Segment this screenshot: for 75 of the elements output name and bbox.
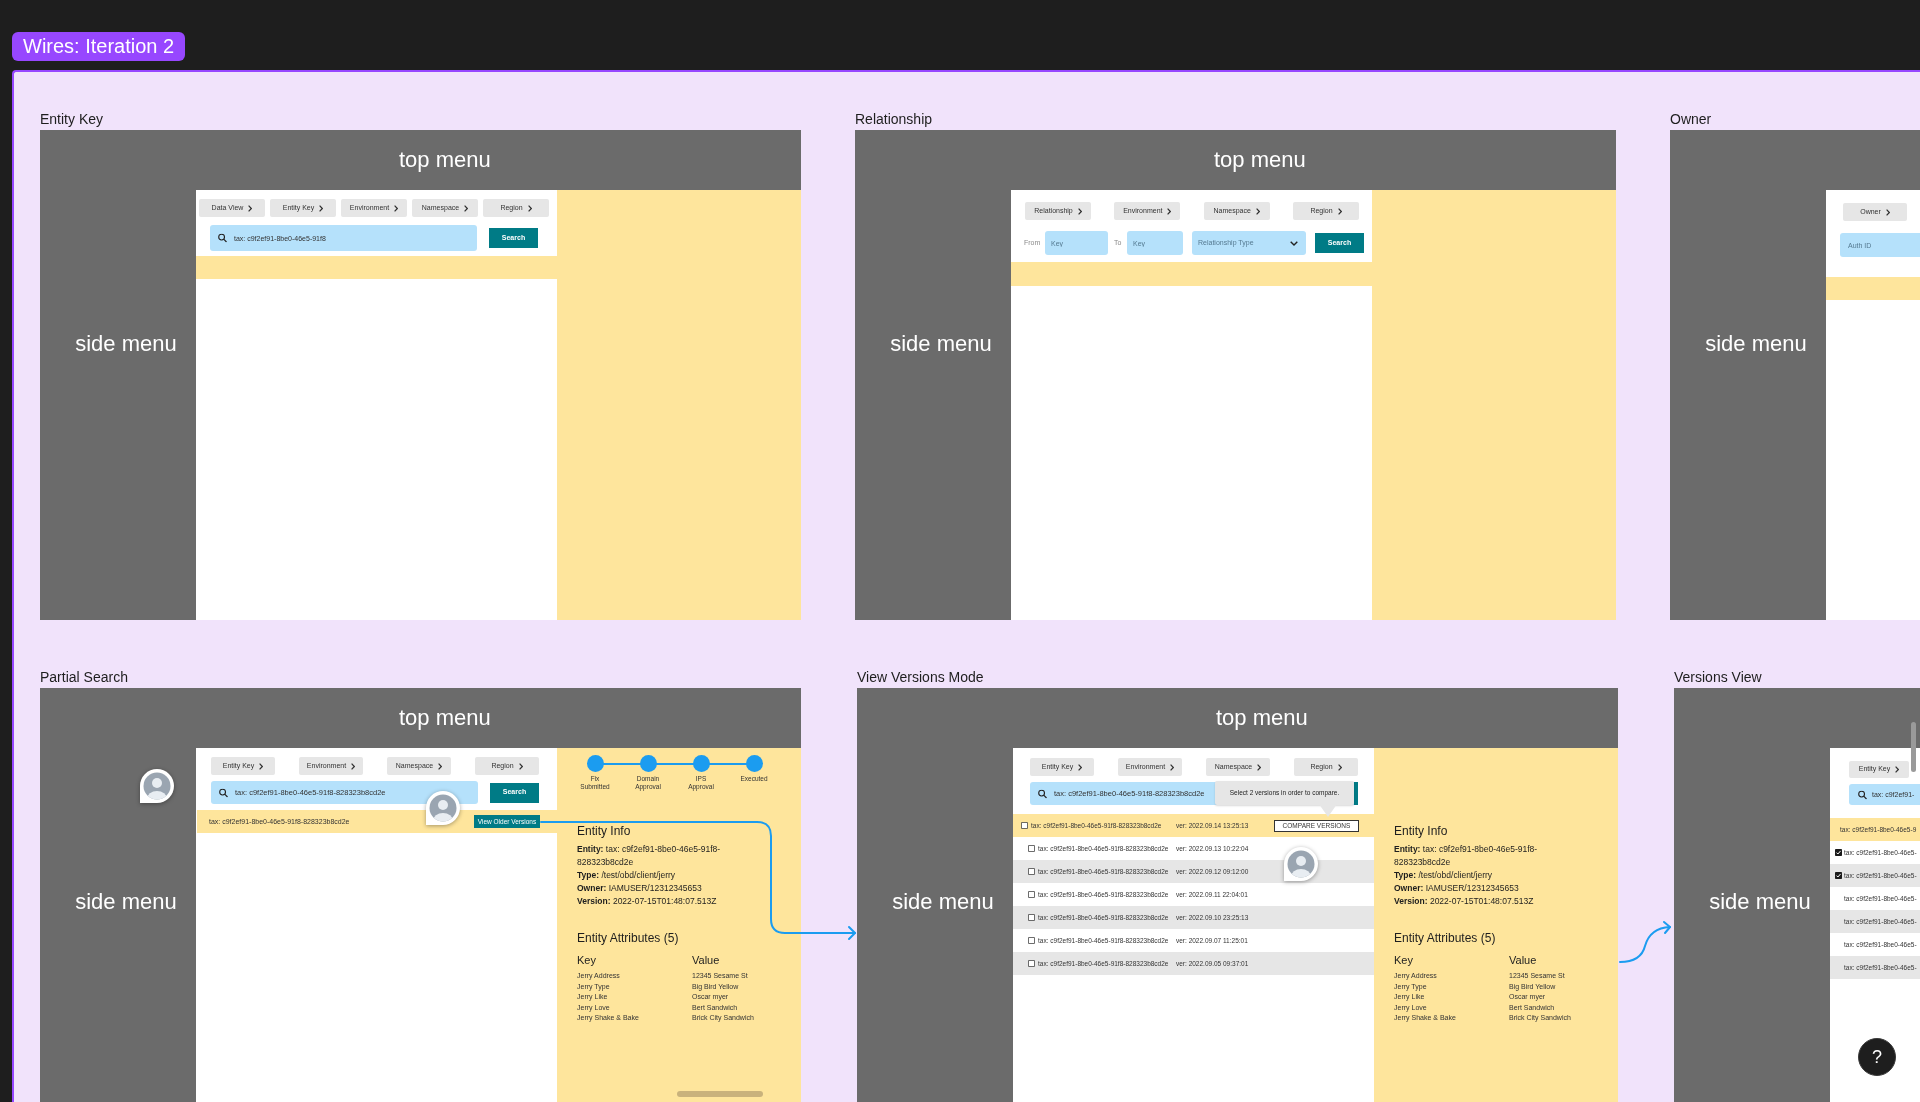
scrollbar-thumb[interactable] (677, 1091, 763, 1097)
step-circle-icon (639, 755, 657, 772)
chevron-right-icon (1337, 207, 1342, 215)
info-line: Owner: IAMUSER/12312345653 (577, 882, 703, 895)
scrollbar-thumb[interactable] (1911, 722, 1916, 772)
chevron-right-icon (1078, 763, 1083, 771)
info-line: Version: 2022-07-15T01:48:07.513Z (1394, 895, 1535, 908)
chevron-right-icon (319, 204, 324, 212)
chevron-right-icon (1895, 766, 1900, 773)
chevron-right-icon (1885, 208, 1890, 216)
side-menu-label: side menu (1705, 332, 1807, 356)
info-line: Version: 2022-07-15T01:48:07.513Z (577, 895, 718, 908)
frame-title: Owner (1670, 111, 1712, 127)
checkbox[interactable] (1028, 914, 1035, 921)
info-heading: Entity Info (577, 824, 631, 838)
attributes-heading: Entity Attributes (5) (577, 931, 679, 945)
info-line: Entity: tax: c9f2ef91-8be0-46e5-91f8-828323b8cd2e (1394, 843, 1539, 869)
side-menu-label: side menu (1709, 890, 1811, 914)
chevron-right-icon (1170, 763, 1175, 771)
tooltip-pointer (1319, 804, 1337, 817)
checkbox[interactable] (1028, 891, 1035, 898)
chevron-down-icon (1290, 240, 1298, 246)
avatar-pin-icon (140, 769, 174, 803)
frame-title: Relationship (855, 111, 933, 127)
connector-arrow (1619, 921, 1671, 963)
chevron-right-icon (394, 204, 399, 212)
checkbox[interactable] (1028, 845, 1035, 852)
frame-title: Versions View (1674, 669, 1762, 685)
top-menu-label: top menu (399, 706, 491, 730)
step-circle-icon (745, 755, 763, 772)
side-menu-label: side menu (892, 890, 994, 914)
frame-title: Entity Key (40, 111, 104, 127)
info-heading: Entity Info (1394, 824, 1448, 838)
frame-title: Partial Search (40, 669, 128, 685)
chevron-right-icon (1167, 207, 1172, 215)
chevron-right-icon (518, 762, 523, 770)
chevron-right-icon (464, 204, 469, 212)
search-icon (1858, 790, 1867, 799)
column-header: Value (692, 954, 721, 967)
attributes-heading: Entity Attributes (5) (1394, 931, 1496, 945)
info-line: Entity: tax: c9f2ef91-8be0-46e5-91f8-828323b8cd2e (577, 843, 722, 869)
step-circle-icon (692, 755, 710, 772)
column-header: Key (577, 954, 597, 967)
search-icon (218, 233, 227, 243)
top-menu-label: top menu (399, 148, 491, 172)
info-line: Type: /test/obd/client/jerry (1394, 869, 1494, 882)
search-icon (1038, 789, 1047, 798)
chevron-right-icon (248, 204, 253, 212)
side-menu-label: side menu (75, 332, 177, 356)
info-line: Type: /test/obd/client/jerry (577, 869, 677, 882)
chevron-right-icon (438, 762, 443, 770)
chevron-right-icon (259, 762, 264, 770)
top-menu-label: top menu (1214, 148, 1306, 172)
checkbox[interactable] (1028, 868, 1035, 875)
side-menu-label: side menu (890, 332, 992, 356)
chevron-right-icon (1257, 763, 1262, 771)
checkbox[interactable] (1028, 960, 1035, 967)
frame-title: View Versions Mode (857, 669, 984, 685)
info-line: Owner: IAMUSER/12312345653 (1394, 882, 1520, 895)
chevron-right-icon (1255, 207, 1260, 215)
chevron-right-icon (527, 204, 532, 212)
chevron-right-icon (351, 762, 356, 770)
top-menu-label: top menu (1216, 706, 1308, 730)
checkbox[interactable] (1028, 937, 1035, 944)
side-menu-label: side menu (75, 890, 177, 914)
checkbox[interactable] (1021, 822, 1028, 829)
column-header: Value (1509, 954, 1538, 967)
avatar-pin-icon (426, 791, 460, 825)
chevron-right-icon (1077, 207, 1082, 215)
chevron-right-icon (1337, 763, 1342, 771)
section-title: Wires: Iteration 2 (12, 32, 186, 61)
column-header: Key (1394, 954, 1414, 967)
search-icon (219, 788, 228, 797)
avatar-pin-icon (1284, 847, 1318, 881)
step-circle-icon (586, 755, 604, 772)
